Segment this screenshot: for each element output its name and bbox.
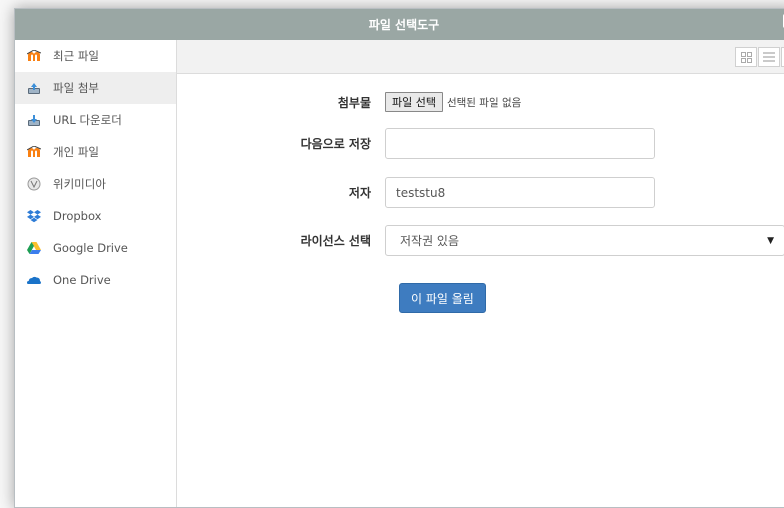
wikimedia-icon bbox=[27, 177, 41, 191]
attachment-label: 첨부물 bbox=[337, 95, 371, 110]
sidebar-item-onedrive[interactable]: One Drive bbox=[15, 264, 176, 296]
upload-icon bbox=[27, 81, 41, 95]
attachment-row: 첨부물 파일 선택 선택된 파일 없음 bbox=[177, 92, 784, 112]
google-drive-icon bbox=[27, 241, 41, 255]
sidebar-item-google-drive[interactable]: Google Drive bbox=[15, 232, 176, 264]
download-icon bbox=[27, 113, 41, 127]
sidebar-item-label: URL 다운로더 bbox=[53, 113, 122, 127]
chevron-down-icon: ▼ bbox=[767, 235, 774, 246]
save-as-input[interactable] bbox=[385, 128, 655, 159]
save-as-row: 다음으로 저장 bbox=[177, 128, 784, 159]
author-input[interactable]: teststu8 bbox=[385, 177, 655, 208]
grid-view-icon bbox=[740, 51, 752, 63]
sidebar-item-label: Dropbox bbox=[53, 209, 102, 223]
list-view-icon bbox=[763, 52, 775, 62]
license-selected-value: 저작권 있음 bbox=[400, 234, 460, 248]
sidebar-item-upload-file[interactable]: 파일 첨부 bbox=[15, 72, 176, 104]
upload-file-button[interactable]: 이 파일 올림 bbox=[399, 283, 486, 313]
sidebar-item-label: One Drive bbox=[53, 273, 111, 287]
sidebar-item-dropbox[interactable]: Dropbox bbox=[15, 200, 176, 232]
sidebar-item-label: 위키미디아 bbox=[53, 177, 106, 191]
save-as-label: 다음으로 저장 bbox=[300, 137, 371, 151]
sidebar-item-wikimedia[interactable]: 위키미디아 bbox=[15, 168, 176, 200]
sidebar-item-label: 최근 파일 bbox=[53, 49, 99, 63]
license-select[interactable]: 저작권 있음 ▼ bbox=[385, 225, 784, 256]
dialog-titlebar: 파일 선택도구 × bbox=[15, 9, 784, 40]
moodle-icon bbox=[27, 145, 41, 159]
author-label: 저자 bbox=[348, 186, 371, 200]
license-label: 라이선스 선택 bbox=[300, 234, 371, 248]
view-switcher bbox=[734, 47, 784, 67]
view-toolbar bbox=[177, 40, 784, 74]
sidebar-item-label: 파일 첨부 bbox=[53, 81, 99, 95]
moodle-icon bbox=[27, 49, 41, 63]
file-picker-dialog: 파일 선택도구 × 최근 파일 파일 첨부 URL 다운로더 개인 파일 bbox=[14, 8, 784, 508]
sidebar-item-url-downloader[interactable]: URL 다운로더 bbox=[15, 104, 176, 136]
dropbox-icon bbox=[27, 209, 41, 223]
author-row: 저자 teststu8 bbox=[177, 177, 784, 208]
sidebar-item-label: 개인 파일 bbox=[53, 145, 99, 159]
license-row: 라이선스 선택 저작권 있음 ▼ bbox=[177, 225, 784, 256]
sidebar-item-private-files[interactable]: 개인 파일 bbox=[15, 136, 176, 168]
file-status-text: 선택된 파일 없음 bbox=[446, 96, 522, 109]
sidebar-item-label: Google Drive bbox=[53, 241, 128, 255]
repository-sidebar: 최근 파일 파일 첨부 URL 다운로더 개인 파일 위키미디아 Dropbox… bbox=[15, 40, 177, 507]
list-view-button[interactable] bbox=[758, 47, 780, 67]
onedrive-icon bbox=[27, 273, 41, 287]
dialog-title: 파일 선택도구 bbox=[368, 18, 440, 32]
upload-form: 첨부물 파일 선택 선택된 파일 없음 다음으로 저장 저자 teststu8 … bbox=[177, 74, 784, 507]
choose-file-button[interactable]: 파일 선택 bbox=[385, 92, 443, 112]
sidebar-item-recent-files[interactable]: 최근 파일 bbox=[15, 40, 176, 72]
grid-view-button[interactable] bbox=[735, 47, 757, 67]
